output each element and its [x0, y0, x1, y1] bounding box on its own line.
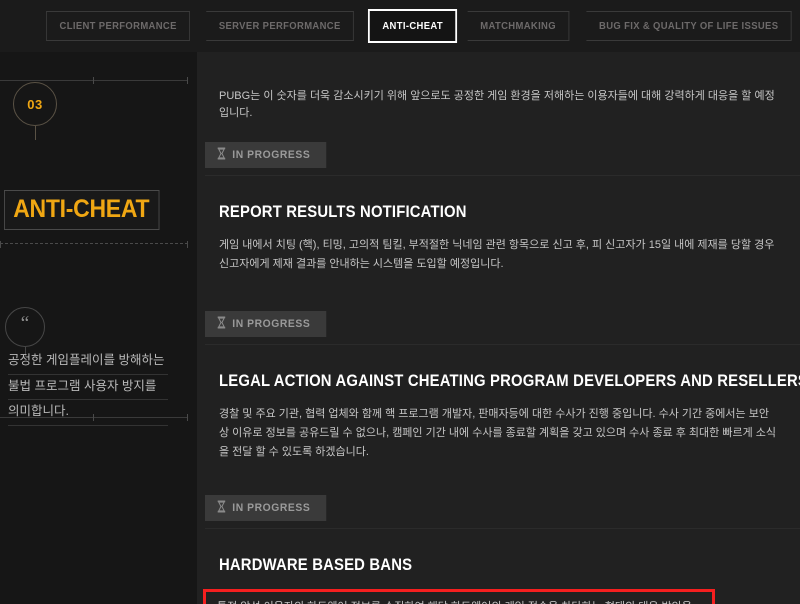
- tab-anti-cheat[interactable]: ANTI-CHEAT: [367, 9, 458, 43]
- status-badge-in-progress: IN PROGRESS: [205, 311, 327, 338]
- step-number-badge: 03: [13, 82, 57, 126]
- step-connector-line: [35, 126, 36, 140]
- hourglass-icon: [217, 147, 226, 163]
- block-title: LEGAL ACTION AGAINST CHEATING PROGRAM DE…: [219, 372, 800, 391]
- quote-line: 공정한 게임플레이를 방해하는: [8, 349, 168, 375]
- tab-server-performance[interactable]: SERVER PERFORMANCE: [206, 11, 355, 41]
- tab-matchmaking[interactable]: MATCHMAKING: [467, 11, 570, 41]
- section-divider: [205, 527, 800, 529]
- quote-glyph: “: [20, 312, 30, 334]
- content-block: REPORT RESULTS NOTIFICATION 게임 내에서 치팅 (핵…: [197, 203, 800, 273]
- tab-bug-fix-quality-of-life[interactable]: BUG FIX & QUALITY OF LIFE ISSUES: [586, 11, 793, 41]
- status-row: IN PROGRESS: [197, 142, 800, 177]
- rule-tick: [187, 241, 188, 248]
- content-panel: PUBG는 이 숫자를 더욱 감소시키기 위해 앞으로도 공정한 게임 환경을 …: [197, 52, 800, 604]
- rule-tick: [187, 414, 188, 421]
- page-root: CLIENT PERFORMANCE SERVER PERFORMANCE AN…: [0, 0, 800, 604]
- block-body: 경찰 및 주요 기관, 협력 업체와 함께 핵 프로그램 개발자, 판매자등에 …: [219, 408, 776, 458]
- sidebar-rule-bottom: [0, 414, 188, 421]
- rule-tick: [0, 241, 1, 248]
- section-divider: [205, 344, 800, 346]
- rule-tick: [187, 77, 188, 84]
- hourglass-icon: [217, 316, 226, 332]
- content-block: LEGAL ACTION AGAINST CHEATING PROGRAM DE…: [197, 372, 800, 461]
- status-badge-label: IN PROGRESS: [232, 501, 311, 514]
- step-number-label: 03: [27, 96, 43, 112]
- intro-paragraph: PUBG는 이 숫자를 더욱 감소시키기 위해 앞으로도 공정한 게임 환경을 …: [219, 90, 775, 120]
- quote-line: 의미합니다.: [8, 400, 168, 426]
- status-row: IN PROGRESS: [197, 494, 800, 529]
- sidebar-rule-top: [0, 77, 188, 84]
- rule-tick: [93, 77, 94, 84]
- hourglass-icon: [217, 500, 226, 516]
- section-title: ANTI-CHEAT: [4, 190, 160, 230]
- sidebar: 03 ANTI-CHEAT “ 공정한 게임플레이를 방해하는 불법 프로그램 …: [0, 52, 197, 604]
- status-badge-label: IN PROGRESS: [232, 149, 311, 162]
- rule-tick: [93, 414, 94, 421]
- status-badge-in-progress: IN PROGRESS: [205, 142, 327, 169]
- content-block: HARDWARE BASED BANS 특정 악성 이용자의 하드웨어 정보를 …: [197, 556, 800, 604]
- quote-line: 불법 프로그램 사용자 방지를: [8, 375, 168, 400]
- quote-text: 공정한 게임플레이를 방해하는 불법 프로그램 사용자 방지를 의미합니다.: [8, 349, 168, 426]
- section-divider: [205, 175, 800, 177]
- tab-client-performance[interactable]: CLIENT PERFORMANCE: [46, 11, 191, 41]
- block-title: HARDWARE BASED BANS: [219, 555, 413, 574]
- status-badge-in-progress: IN PROGRESS: [205, 494, 327, 521]
- status-badge-label: IN PROGRESS: [232, 318, 311, 331]
- quote-mark-icon: “: [5, 307, 45, 347]
- block-body-highlighted: 특정 악성 이용자의 하드웨어 정보를 수집하여 해당 하드웨어의 게임 접속을…: [203, 588, 715, 604]
- block-title: REPORT RESULTS NOTIFICATION: [219, 203, 467, 222]
- tab-bar: CLIENT PERFORMANCE SERVER PERFORMANCE AN…: [0, 0, 800, 52]
- sidebar-rule-dashed: [0, 241, 188, 248]
- block-body: 게임 내에서 치팅 (핵), 티밍, 고의적 팀킬, 부적절한 닉네임 관련 항…: [219, 239, 775, 270]
- status-row: IN PROGRESS: [197, 311, 800, 346]
